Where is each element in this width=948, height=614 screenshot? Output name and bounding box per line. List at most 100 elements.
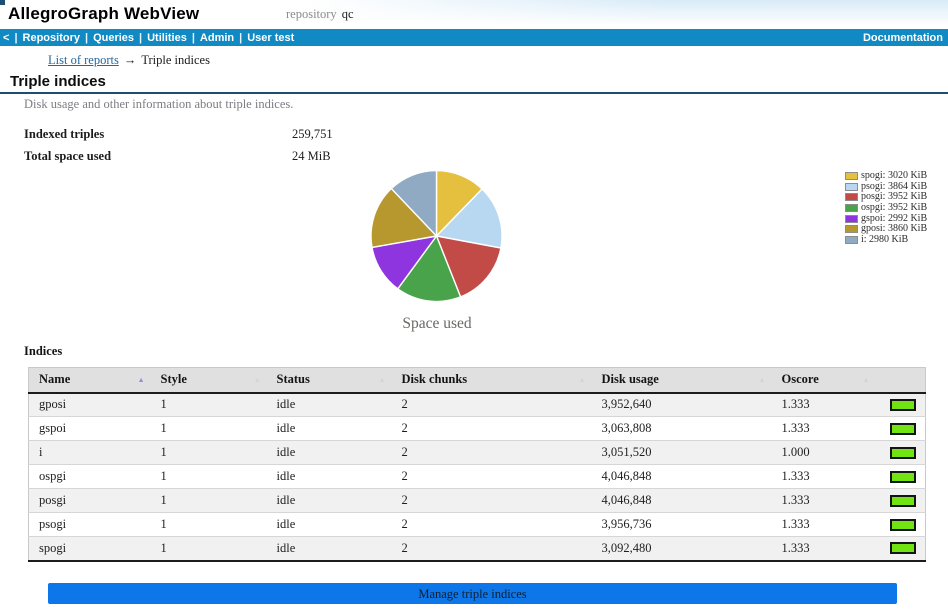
stat-label: Indexed triples bbox=[24, 128, 292, 140]
column-header-disk-usage[interactable]: Disk usage ▲ bbox=[592, 368, 772, 393]
cell-status: idle bbox=[267, 417, 392, 441]
cell-disk_usage: 3,956,736 bbox=[592, 513, 772, 537]
cell-disk_chunks: 2 bbox=[392, 441, 592, 465]
title-divider bbox=[0, 92, 948, 94]
cell-status: idle bbox=[267, 537, 392, 561]
indices-table: Name▲Style▲Status▲Disk chunks▲Disk usage… bbox=[28, 367, 926, 562]
cell-name: spogi bbox=[29, 537, 151, 561]
nav-item-user-test[interactable]: User test bbox=[247, 32, 294, 44]
cell-indicator bbox=[876, 417, 926, 441]
cell-status: idle bbox=[267, 489, 392, 513]
cell-disk_chunks: 2 bbox=[392, 537, 592, 561]
breadcrumb-current: Triple indices bbox=[141, 53, 210, 67]
cell-disk_usage: 3,063,808 bbox=[592, 417, 772, 441]
cell-style: 1 bbox=[151, 441, 267, 465]
legend-item-spogi: spogi: 3020 KiB bbox=[845, 171, 927, 182]
breadcrumb-link-list-of-reports[interactable]: List of reports bbox=[48, 53, 119, 67]
legend-label: psogi: 3864 KiB bbox=[861, 182, 927, 192]
cell-name: psogi bbox=[29, 513, 151, 537]
legend-swatch-icon bbox=[845, 236, 858, 244]
cell-style: 1 bbox=[151, 393, 267, 417]
legend-swatch-icon bbox=[845, 172, 858, 180]
column-header-label: Style bbox=[161, 372, 187, 386]
cell-style: 1 bbox=[151, 537, 267, 561]
cell-status: idle bbox=[267, 465, 392, 489]
nav-item-utilities[interactable]: Utilities bbox=[147, 32, 187, 44]
nav-item-admin[interactable]: Admin bbox=[200, 32, 234, 44]
legend-item-gposi: gposi: 3860 KiB bbox=[845, 224, 927, 235]
cell-status: idle bbox=[267, 513, 392, 537]
legend-swatch-icon bbox=[845, 204, 858, 212]
column-header-label: Disk usage bbox=[602, 372, 659, 386]
legend-label: gposi: 3860 KiB bbox=[861, 224, 927, 234]
chart-legend: spogi: 3020 KiBpsogi: 3864 KiBposgi: 395… bbox=[845, 171, 927, 245]
stat-row-total-space-used: Total space used 24 MiB bbox=[24, 150, 544, 162]
legend-label: ospgi: 3952 KiB bbox=[861, 203, 927, 213]
cell-style: 1 bbox=[151, 465, 267, 489]
nav-separator: | bbox=[14, 32, 17, 44]
column-header-label: Status bbox=[277, 372, 310, 386]
nav-separator: | bbox=[139, 32, 142, 44]
nav-separator: | bbox=[85, 32, 88, 44]
health-indicator bbox=[890, 471, 916, 483]
legend-label: gspoi: 2992 KiB bbox=[861, 214, 927, 224]
stat-label: Total space used bbox=[24, 150, 292, 162]
legend-label: i: 2980 KiB bbox=[861, 235, 908, 245]
nav-separator: | bbox=[192, 32, 195, 44]
page-description: Disk usage and other information about t… bbox=[24, 97, 293, 112]
app-header: AllegroGraph WebView repositoryqc bbox=[0, 0, 948, 29]
nav-separator: | bbox=[239, 32, 242, 44]
nav-item-repository[interactable]: Repository bbox=[23, 32, 80, 44]
table-header-row: Name▲Style▲Status▲Disk chunks▲Disk usage… bbox=[29, 368, 926, 393]
nav-items: < | Repository | Queries | Utilities | Admin | Us… bbox=[3, 32, 294, 44]
column-header-oscore[interactable]: Oscore▲ bbox=[772, 368, 876, 393]
manage-triple-indices-button[interactable]: Manage triple indices bbox=[48, 583, 897, 604]
app-title: AllegroGraph WebView bbox=[8, 4, 199, 24]
column-header-style[interactable]: Style▲ bbox=[151, 368, 267, 393]
sort-ascending-icon: ▲ bbox=[138, 377, 145, 384]
legend-label: posgi: 3952 KiB bbox=[861, 192, 927, 202]
column-header-status[interactable]: Status▲ bbox=[267, 368, 392, 393]
window-corner-accent bbox=[0, 0, 5, 5]
legend-swatch-icon bbox=[845, 193, 858, 201]
stats-panel: Indexed triples 259,751 Total space used… bbox=[24, 128, 544, 172]
legend-swatch-icon bbox=[845, 225, 858, 233]
cell-oscore: 1.000 bbox=[772, 441, 876, 465]
cell-indicator bbox=[876, 393, 926, 417]
repository-label: repository bbox=[286, 7, 337, 21]
column-header-name[interactable]: Name ▲ bbox=[29, 368, 151, 393]
cell-status: idle bbox=[267, 441, 392, 465]
column-header-disk-chunks[interactable]: Disk chunks▲ bbox=[392, 368, 592, 393]
indices-table-body: gposi1idle23,952,6401.333gspoi1idle23,06… bbox=[29, 393, 926, 561]
nav-item-queries[interactable]: Queries bbox=[93, 32, 134, 44]
page-title: Triple indices bbox=[10, 73, 106, 90]
nav-documentation-link[interactable]: Documentation bbox=[863, 32, 943, 44]
table-row-posgi: posgi1idle24,046,8481.333 bbox=[29, 489, 926, 513]
allegrograph-webview-page: AllegroGraph WebView repositoryqc < | Rep… bbox=[0, 0, 948, 614]
health-indicator bbox=[890, 399, 916, 411]
cell-indicator bbox=[876, 513, 926, 537]
cell-disk_chunks: 2 bbox=[392, 393, 592, 417]
cell-oscore: 1.333 bbox=[772, 465, 876, 489]
breadcrumb-arrow-icon: → bbox=[124, 53, 137, 67]
sort-placeholder-icon: ▲ bbox=[759, 377, 766, 384]
column-header-label: Disk chunks bbox=[402, 372, 468, 386]
cell-name: i bbox=[29, 441, 151, 465]
stat-value: 259,751 bbox=[292, 128, 333, 140]
cell-indicator bbox=[876, 465, 926, 489]
stat-row-indexed-triples: Indexed triples 259,751 bbox=[24, 128, 544, 140]
cell-style: 1 bbox=[151, 417, 267, 441]
legend-item-ospgi: ospgi: 3952 KiB bbox=[845, 203, 927, 214]
cell-name: ospgi bbox=[29, 465, 151, 489]
column-header-indicator bbox=[876, 368, 926, 393]
nav-back-arrow[interactable]: < bbox=[3, 32, 9, 44]
main-nav-bar: < | Repository | Queries | Utilities | Admin | Us… bbox=[0, 29, 948, 46]
table-row-ospgi: ospgi1idle24,046,8481.333 bbox=[29, 465, 926, 489]
cell-name: gposi bbox=[29, 393, 151, 417]
legend-swatch-icon bbox=[845, 215, 858, 223]
cell-indicator bbox=[876, 441, 926, 465]
column-header-label: Name bbox=[39, 372, 70, 386]
health-indicator bbox=[890, 519, 916, 531]
health-indicator bbox=[890, 495, 916, 507]
repository-indicator: repositoryqc bbox=[286, 7, 354, 22]
